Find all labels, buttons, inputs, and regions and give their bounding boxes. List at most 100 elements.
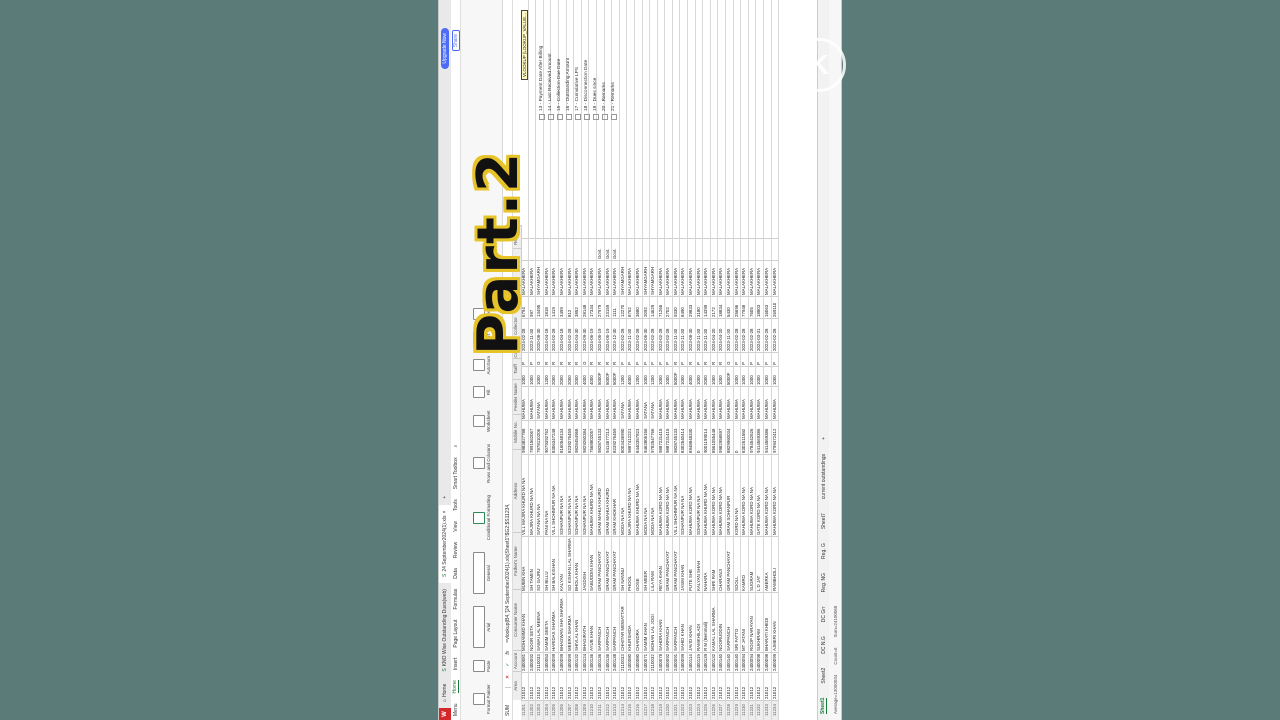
table-cell[interactable]: R	[688, 352, 695, 366]
table-cell[interactable]: MAHUWA	[680, 386, 688, 420]
table-cell[interactable]: MAHUWA	[581, 386, 589, 420]
table-cell[interactable]: P	[748, 352, 756, 366]
table-cell[interactable]: 2400099	[551, 652, 558, 672]
table-cell[interactable]: 21012	[521, 672, 528, 700]
table-cell[interactable]: 2400099	[558, 652, 566, 672]
table-cell[interactable]: 21012	[543, 672, 551, 700]
table-cell[interactable]: 2023-11-30	[726, 318, 733, 352]
table-cell[interactable]: MAHUWA	[574, 386, 581, 420]
row-number[interactable]: 11206	[558, 700, 566, 720]
table-cell[interactable]: MALAKHERA	[604, 260, 612, 296]
table-cell[interactable]	[566, 238, 574, 260]
table-cell[interactable]: 2024-04-18	[543, 318, 551, 352]
table-cell[interactable]: MAHUWA KORD NA NA	[665, 454, 672, 536]
share-button[interactable]: Share	[451, 30, 460, 52]
table-cell[interactable]: L D JAT	[756, 536, 763, 592]
table-cell[interactable]	[634, 238, 642, 260]
table-cell[interactable]: MAHUWA	[521, 386, 528, 420]
table-cell[interactable]: GRAM PANCHAYAT	[604, 536, 612, 592]
table-cell[interactable]: MAHUWA	[764, 386, 771, 420]
menu-item-view[interactable]: View	[453, 521, 459, 532]
table-cell[interactable]: SH TAMIIN	[528, 536, 536, 592]
table-cell[interactable]: 2172	[710, 296, 718, 318]
table-cell[interactable]: P	[650, 352, 657, 366]
table-cell[interactable]: GOSE	[634, 536, 642, 592]
table-cell[interactable]	[680, 238, 688, 260]
checkbox-icon[interactable]	[574, 114, 581, 120]
checkbox-icon[interactable]	[601, 114, 608, 120]
table-cell[interactable]: MAHUWA	[627, 386, 634, 420]
table-cell[interactable]: 2023-06-30	[642, 318, 650, 352]
table-cell[interactable]: SHYAMGARH	[619, 260, 627, 296]
table-cell[interactable]: 5000F	[612, 366, 619, 386]
table-cell[interactable]: 2400099	[566, 652, 574, 672]
sheet-tab[interactable]: DC N.G	[821, 636, 827, 654]
table-cell[interactable]: 2702	[665, 296, 672, 318]
row-number[interactable]: 11225	[703, 700, 710, 720]
table-cell[interactable]: 1000	[756, 366, 763, 386]
table-cell[interactable]: 2400136	[596, 652, 604, 672]
table-cell[interactable]: P	[771, 352, 779, 366]
table-cell[interactable]: ROOP NARAYAN	[748, 592, 756, 652]
table-cell[interactable]: 2400080	[634, 652, 642, 672]
table-cell[interactable]: 3852	[574, 296, 581, 318]
table-cell[interactable]: VILL MAJIRA KHURD NA NA	[521, 454, 528, 536]
table-cell[interactable]: P	[627, 352, 634, 366]
table-cell[interactable]: 2023-02-28	[657, 318, 665, 352]
table-cell[interactable]: 5000F	[726, 366, 733, 386]
table-cell[interactable]: 3499	[558, 296, 566, 318]
table-cell[interactable]: Govt.	[596, 238, 604, 260]
table-cell[interactable]: 2400092	[528, 652, 536, 672]
table-cell[interactable]: MALAKHERA	[558, 260, 566, 296]
table-cell[interactable]: 2024-04-20	[718, 318, 726, 352]
table-cell[interactable]: 1818	[543, 296, 551, 318]
table-cell[interactable]: GRAM MAHUA KHURD	[596, 454, 604, 536]
table-cell[interactable]: 2000	[574, 366, 581, 386]
table-cell[interactable]: MODA NA NA	[650, 454, 657, 536]
table-cell[interactable]: P	[764, 352, 771, 366]
row-number[interactable]: 11232	[756, 700, 763, 720]
table-cell[interactable]: 1200	[634, 366, 642, 386]
table-cell[interactable]: GRAM SOHANPUR	[726, 454, 733, 536]
table-cell[interactable]: PUTE SHE	[688, 536, 695, 592]
table-cell[interactable]: SARPANCH	[612, 592, 619, 652]
table-cell[interactable]: SATANA	[642, 386, 650, 420]
tab-kno-outstanding[interactable]: S KNO Wise Outstanding Dues(web)	[439, 583, 451, 678]
table-cell[interactable]: 1000	[733, 366, 741, 386]
table-cell[interactable]: KALYAN SHAH	[695, 536, 703, 592]
table-cell[interactable]: R	[566, 352, 574, 366]
table-cell[interactable]: MAHUWA	[733, 386, 741, 420]
menu-item-formulas[interactable]: Formulas	[453, 589, 459, 610]
menu-item-smart-toolbox[interactable]: Smart Toolbox	[453, 457, 459, 489]
table-cell[interactable]: 1419	[551, 296, 558, 318]
table-cell[interactable]: 1000	[695, 366, 703, 386]
table-cell[interactable]: 2400114	[688, 652, 695, 672]
table-cell[interactable]: P	[657, 352, 665, 366]
table-cell[interactable]: MAHUWA KHURD NA NA	[703, 454, 710, 536]
table-cell[interactable]: 1000	[764, 366, 771, 386]
table-cell[interactable]: PANI NA NA	[543, 454, 551, 536]
autosum-button[interactable]: AutoSum	[472, 356, 491, 374]
table-cell[interactable]: 0	[695, 420, 703, 454]
table-cell[interactable]	[558, 238, 566, 260]
table-cell[interactable]: 12270	[619, 296, 627, 318]
row-number[interactable]: 11214	[619, 700, 627, 720]
row-number[interactable]: 11203	[536, 700, 543, 720]
sheet-tab[interactable]: Sheet7	[821, 513, 827, 529]
table-cell[interactable]: 21012	[688, 672, 695, 700]
table-cell[interactable]: Govt.	[612, 238, 619, 260]
table-cell[interactable]: MAHUWA	[634, 386, 642, 420]
table-cell[interactable]: 2024-03-31	[756, 318, 763, 352]
row-number[interactable]: 11218	[650, 700, 657, 720]
row-number[interactable]: 11217	[642, 700, 650, 720]
column-header[interactable]: Area	[513, 671, 521, 700]
upgrade-now-button[interactable]: Upgrade Now	[441, 28, 449, 69]
menu-item-data[interactable]: Data	[453, 568, 459, 579]
table-cell[interactable]: MAHUWA	[695, 386, 703, 420]
table-cell[interactable]	[710, 238, 718, 260]
menu-item-home[interactable]: Home	[452, 680, 459, 694]
table-cell[interactable]: SHYAMGARH	[642, 260, 650, 296]
table-cell[interactable]: MAHUWA	[566, 386, 574, 420]
table-cell[interactable]: MALAKHERA	[574, 260, 581, 296]
table-cell[interactable]: 14629	[650, 296, 657, 318]
